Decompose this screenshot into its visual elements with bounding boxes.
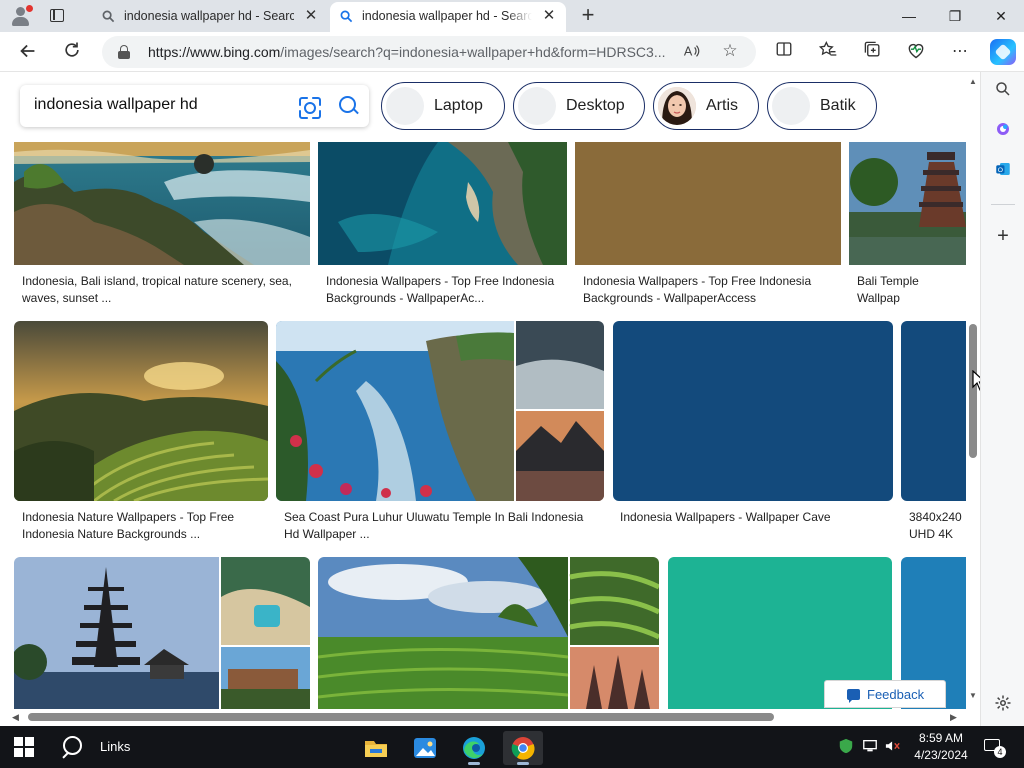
- sidebar-settings-gear-icon[interactable]: [991, 694, 1015, 718]
- address-bar[interactable]: https://www.bing.com/images/search?q=ind…: [102, 36, 756, 68]
- scroll-down-arrow-icon[interactable]: ▼: [968, 692, 978, 700]
- chip-artis[interactable]: Artis: [653, 82, 759, 130]
- result-image-uluwatu-collage[interactable]: [276, 321, 604, 501]
- collections-icon[interactable]: [860, 40, 884, 64]
- clock-date: 4/23/2024: [914, 748, 968, 762]
- result-caption[interactable]: Sea Coast Pura Luhur Uluwatu Temple In B…: [284, 509, 600, 543]
- chip-thumbnail: [658, 87, 696, 125]
- scroll-left-arrow-icon[interactable]: ◀: [12, 712, 19, 723]
- result-image-temple-collage[interactable]: [14, 557, 310, 709]
- bing-search-favicon-icon: [102, 10, 115, 23]
- chip-laptop[interactable]: Laptop: [381, 82, 505, 130]
- result-image-rice-fields-collage[interactable]: [318, 557, 659, 709]
- search-input[interactable]: indonesia wallpaper hd: [34, 96, 198, 114]
- taskbar-photos-icon[interactable]: [405, 731, 445, 765]
- windows-start-icon[interactable]: [14, 737, 34, 757]
- refresh-icon[interactable]: [60, 40, 84, 64]
- taskbar-clock[interactable]: 8:59 AM 4/23/2024: [906, 730, 976, 764]
- browser-essentials-icon[interactable]: [904, 40, 928, 64]
- browser-toolbar: https://www.bing.com/images/search?q=ind…: [0, 32, 1024, 72]
- chip-desktop[interactable]: Desktop: [513, 82, 645, 130]
- sidebar-search-icon[interactable]: [991, 80, 1015, 104]
- clock-time: 8:59 AM: [918, 731, 964, 745]
- bing-images-page: indonesia wallpaper hd Laptop Desktop Ar…: [0, 72, 980, 726]
- profile-avatar-icon[interactable]: [8, 5, 33, 27]
- visual-search-icon[interactable]: [298, 96, 318, 116]
- new-tab-button[interactable]: +: [576, 4, 600, 28]
- result-caption[interactable]: Indonesia Wallpapers - Top Free Indonesi…: [583, 273, 833, 307]
- chip-batik[interactable]: Batik: [767, 82, 877, 130]
- tab-search-1[interactable]: indonesia wallpaper hd - Search ✕: [92, 2, 328, 32]
- feedback-icon: [847, 689, 860, 703]
- result-image-rice-terraces[interactable]: [14, 321, 268, 501]
- windows-taskbar: Links 8:59 AM 4/23/2024 4: [0, 726, 1024, 768]
- result-caption[interactable]: Indonesia, Bali island, tropical nature …: [22, 273, 308, 307]
- address-url[interactable]: https://www.bing.com/images/search?q=ind…: [148, 44, 668, 60]
- tray-volume-muted-icon[interactable]: [884, 738, 902, 757]
- taskbar-links-label[interactable]: Links: [100, 739, 130, 754]
- tab-close-icon[interactable]: ✕: [302, 7, 320, 25]
- sidebar-divider: [991, 204, 1015, 205]
- result-caption[interactable]: 3840x240 UHD 4K 38: [909, 509, 965, 545]
- restore-button[interactable]: ❐: [932, 0, 978, 32]
- back-arrow-icon[interactable]: [16, 40, 40, 64]
- tab-actions-icon[interactable]: [46, 6, 68, 26]
- tab-strip: indonesia wallpaper hd - Search ✕ indone…: [0, 0, 1024, 32]
- result-image-cliff-lagoon[interactable]: [318, 142, 567, 265]
- result-image-placeholder-navy-2[interactable]: [901, 321, 966, 501]
- sidebar-outlook-icon[interactable]: O: [991, 160, 1015, 184]
- result-image-placeholder-brown[interactable]: [575, 142, 841, 265]
- minimize-button[interactable]: —: [886, 0, 932, 32]
- feedback-button[interactable]: Feedback: [824, 680, 946, 708]
- split-screen-icon[interactable]: [772, 40, 796, 64]
- chip-thumbnail: [772, 87, 810, 125]
- taskbar-edge-icon[interactable]: [454, 731, 494, 765]
- horizontal-scrollbar[interactable]: ◀ ▶: [0, 710, 966, 724]
- lock-icon[interactable]: [118, 45, 130, 59]
- search-box[interactable]: indonesia wallpaper hd: [20, 85, 369, 127]
- search-icon[interactable]: [338, 95, 360, 117]
- horizontal-scroll-thumb[interactable]: [28, 713, 774, 721]
- tab-title: indonesia wallpaper hd - Search: [124, 9, 294, 23]
- result-caption[interactable]: Indonesia Wallpapers - Wallpaper Cave: [620, 509, 890, 526]
- tab-close-icon[interactable]: ✕: [540, 7, 558, 25]
- read-aloud-icon[interactable]: A: [682, 42, 702, 62]
- result-image-bali-temple[interactable]: [849, 142, 966, 265]
- chip-thumbnail: [518, 87, 556, 125]
- svg-text:O: O: [998, 167, 1003, 174]
- copilot-icon[interactable]: [990, 39, 1016, 65]
- tray-security-icon[interactable]: [838, 738, 854, 757]
- notifications-icon[interactable]: 4: [982, 736, 1006, 758]
- favorites-icon[interactable]: [816, 40, 840, 64]
- tab-title: indonesia wallpaper hd - Search I: [362, 9, 532, 23]
- sidebar-copilot-icon[interactable]: [991, 120, 1015, 144]
- notification-count-badge: 4: [994, 746, 1006, 758]
- svg-text:A: A: [684, 45, 693, 59]
- result-caption[interactable]: Bali Temple Wallpap Backgrounds - Wallp: [857, 273, 965, 309]
- result-image-bali-sunset[interactable]: [14, 142, 310, 265]
- taskbar-chrome-icon[interactable]: [503, 731, 543, 765]
- tray-network-icon[interactable]: [862, 738, 878, 757]
- favorite-star-icon[interactable]: ☆: [720, 41, 740, 61]
- tab-search-2[interactable]: indonesia wallpaper hd - Search I ✕: [330, 2, 566, 32]
- edge-sidebar: O +: [980, 72, 1024, 726]
- scroll-up-arrow-icon[interactable]: ▲: [968, 78, 978, 86]
- result-caption[interactable]: Indonesia Nature Wallpapers - Top Free I…: [22, 509, 262, 543]
- bing-search-favicon-icon: [340, 10, 353, 23]
- result-caption[interactable]: Indonesia Wallpapers - Top Free Indonesi…: [326, 273, 566, 307]
- chip-thumbnail: [386, 87, 424, 125]
- result-image-placeholder-navy[interactable]: [613, 321, 893, 501]
- taskbar-search-icon[interactable]: [60, 734, 86, 760]
- scroll-right-arrow-icon[interactable]: ▶: [950, 712, 957, 723]
- close-window-button[interactable]: ✕: [978, 0, 1024, 32]
- more-options-icon[interactable]: ⋯: [948, 40, 972, 64]
- taskbar-file-explorer-icon[interactable]: [356, 731, 396, 765]
- sidebar-add-icon[interactable]: +: [991, 224, 1015, 248]
